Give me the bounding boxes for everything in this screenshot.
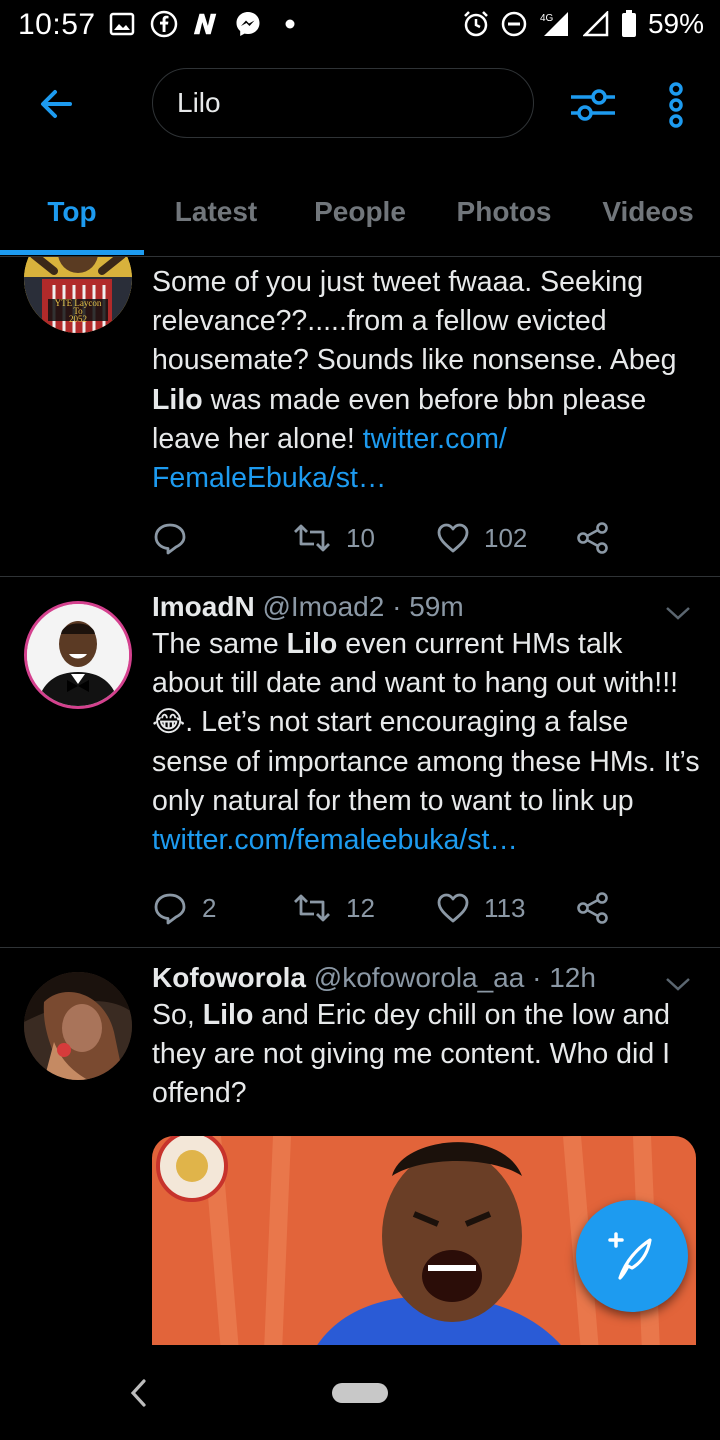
author-handle[interactable]: @Imoad2: [262, 591, 384, 622]
avatar[interactable]: [24, 972, 132, 1080]
signal-icon: [582, 10, 610, 38]
active-tab-indicator: [0, 250, 144, 255]
retweet-button[interactable]: 10: [292, 515, 375, 561]
like-button[interactable]: 113: [436, 885, 525, 931]
gallery-icon: [108, 10, 136, 38]
messenger-icon: [234, 10, 262, 38]
like-count: 113: [484, 892, 526, 923]
compose-feather-icon: [608, 1232, 652, 1280]
search-filter-button[interactable]: [566, 78, 620, 132]
reply-icon: [154, 893, 186, 925]
system-icons: 4G 59%: [462, 8, 704, 40]
tweet-2[interactable]: ImoadN @Imoad2 · 59m The same Lilo even …: [0, 577, 720, 947]
facebook-icon: [150, 10, 178, 38]
tweet-1[interactable]: YTE Laycon To 2052 Some of you just twee…: [0, 257, 720, 577]
tab-videos[interactable]: Videos: [576, 168, 720, 256]
signal-icon: 4G: [538, 10, 572, 38]
more-options-button[interactable]: [656, 78, 696, 132]
tweet-time: 59m: [409, 591, 464, 622]
more-vertical-icon: [669, 82, 683, 128]
author-name[interactable]: ImoadN: [152, 591, 255, 622]
battery-percent: 59%: [647, 8, 704, 39]
share-icon: [577, 522, 608, 554]
alarm-icon: [462, 10, 490, 38]
dot-icon: [276, 10, 304, 38]
arrow-left-icon: [41, 90, 72, 118]
tab-latest[interactable]: Latest: [144, 168, 288, 256]
search-highlight: Lilo: [152, 383, 203, 416]
nav-back-icon[interactable]: [124, 1375, 154, 1411]
dnd-icon: [500, 10, 528, 38]
avatar[interactable]: [24, 601, 132, 709]
chevron-down-icon[interactable]: [664, 603, 692, 623]
retweet-count: 12: [346, 892, 375, 923]
tweet-text: So, Lilo and Eric dey chill on the low a…: [152, 999, 671, 1110]
tweet-header: ImoadN @Imoad2 · 59m: [152, 591, 464, 622]
home-pill-icon[interactable]: [332, 1383, 388, 1403]
tweet-actions: 10 102: [152, 515, 632, 561]
tab-people[interactable]: People: [288, 168, 432, 256]
status-time: 10:57: [18, 8, 96, 41]
tweet-text: The same Lilo even current HMs talk abou…: [152, 628, 700, 857]
search-tabs: Top Latest People Photos Videos: [0, 168, 720, 257]
retweet-icon: [294, 894, 330, 922]
tweet-link[interactable]: twitter.com/femaleebuka/st…: [152, 824, 518, 856]
chevron-down-icon[interactable]: [664, 974, 692, 994]
reply-count: 2: [202, 892, 217, 923]
system-nav-bar: [0, 1345, 720, 1440]
tweet-content: Kofoworola @kofoworola_aa · 12h So, Lilo…: [152, 960, 700, 1114]
share-button[interactable]: [576, 885, 610, 931]
tweet-actions: 2 12 113: [152, 885, 632, 931]
reply-icon: [154, 523, 186, 555]
share-button[interactable]: [576, 515, 610, 561]
back-button[interactable]: [30, 78, 82, 130]
status-bar: 10:57 4G 59%: [0, 0, 720, 52]
tweet-text: Some of you just tweet fwaaa. Seeking re…: [152, 266, 677, 495]
search-box[interactable]: [152, 68, 534, 138]
retweet-button[interactable]: 12: [292, 885, 375, 931]
tweet-content: Some of you just tweet fwaaa. Seeking re…: [152, 263, 700, 498]
battery-icon: [620, 10, 638, 38]
tweet-time: 12h: [549, 962, 596, 993]
search-input[interactable]: [175, 86, 533, 120]
share-icon: [577, 892, 608, 924]
retweet-icon: [294, 524, 330, 552]
svg-text:4G: 4G: [540, 13, 554, 24]
tab-top[interactable]: Top: [0, 168, 144, 256]
reply-button[interactable]: [152, 515, 202, 561]
tab-photos[interactable]: Photos: [432, 168, 576, 256]
search-highlight: Lilo: [202, 999, 254, 1031]
author-handle[interactable]: @kofoworola_aa: [314, 962, 525, 993]
n-app-icon: [192, 10, 220, 38]
like-button[interactable]: 102: [436, 515, 527, 561]
search-header: [0, 52, 720, 162]
avatar-caption: YTE Laycon To 2052: [54, 298, 102, 324]
heart-icon: [437, 523, 469, 553]
author-name[interactable]: Kofoworola: [152, 962, 306, 993]
tweet-content: ImoadN @Imoad2 · 59m The same Lilo even …: [152, 589, 700, 860]
heart-icon: [437, 893, 469, 923]
tweet-feed[interactable]: YTE Laycon To 2052 Some of you just twee…: [0, 257, 720, 1345]
reply-button[interactable]: 2: [152, 885, 216, 931]
tweet-header: Kofoworola @kofoworola_aa · 12h: [152, 962, 596, 993]
search-highlight: Lilo: [286, 628, 338, 660]
notification-icons: [108, 10, 304, 38]
sliders-icon: [571, 89, 615, 121]
compose-tweet-button[interactable]: [576, 1200, 688, 1312]
avatar[interactable]: YTE Laycon To 2052: [24, 257, 132, 333]
